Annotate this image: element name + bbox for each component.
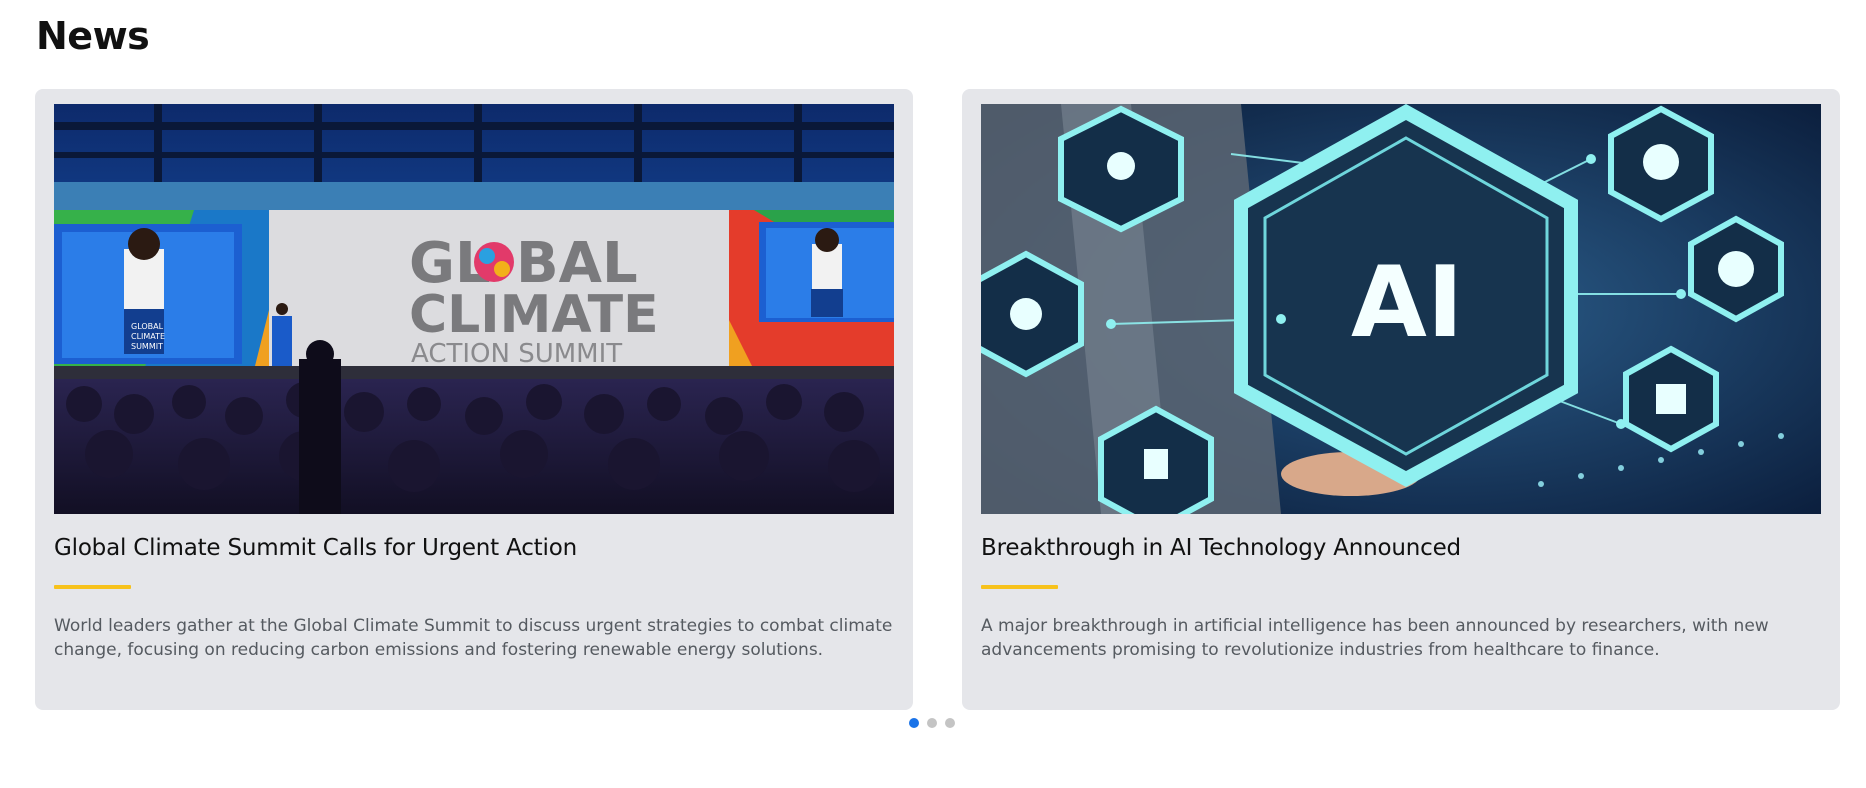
carousel-dot-1[interactable]: [909, 718, 919, 728]
carousel-dot-2[interactable]: [927, 718, 937, 728]
news-image-climate[interactable]: GL BAL CLIMATE ACTION SUMMIT GLOBAL CLIM…: [54, 104, 894, 514]
news-card-climate[interactable]: GL BAL CLIMATE ACTION SUMMIT GLOBAL CLIM…: [35, 89, 913, 710]
news-description-climate: World leaders gather at the Global Clima…: [54, 616, 893, 660]
conference-stage-photo-icon: GL BAL CLIMATE ACTION SUMMIT GLOBAL CLIM…: [54, 104, 894, 514]
news-title-climate[interactable]: Global Climate Summit Calls for Urgent A…: [54, 535, 577, 561]
svg-text:ACTION SUMMIT: ACTION SUMMIT: [411, 339, 622, 369]
carousel-dot-3[interactable]: [945, 718, 955, 728]
news-title-ai[interactable]: Breakthrough in AI Technology Announced: [981, 535, 1461, 561]
news-description-ai: A major breakthrough in artificial intel…: [981, 616, 1769, 660]
title-accent-divider: [981, 585, 1058, 589]
news-image-ai[interactable]: AI: [981, 104, 1821, 514]
news-card-ai[interactable]: AI Breakthrough in AI Technology Announc…: [962, 89, 1840, 710]
svg-text:SUMMIT: SUMMIT: [131, 342, 163, 351]
carousel-pagination: [909, 718, 955, 728]
svg-text:CLIMATE: CLIMATE: [131, 332, 165, 341]
title-accent-divider: [54, 585, 131, 589]
ai-hexagon-photo-icon: AI: [981, 104, 1821, 514]
news-heading: News: [36, 14, 150, 58]
svg-text:GLOBAL: GLOBAL: [131, 322, 164, 331]
svg-text:AI: AI: [1351, 246, 1463, 360]
svg-text:CLIMATE: CLIMATE: [409, 285, 659, 345]
